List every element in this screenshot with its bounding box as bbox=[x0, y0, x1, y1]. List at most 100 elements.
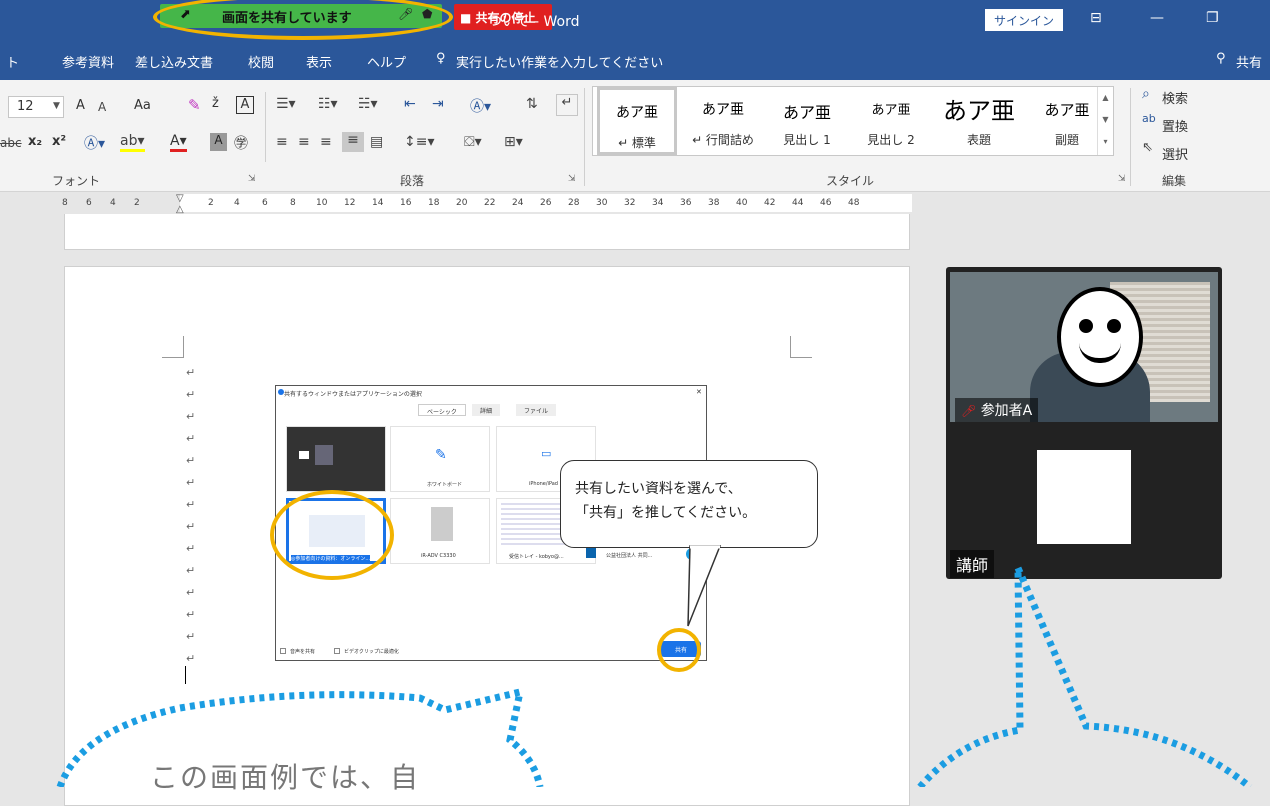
style-gallery: あア亜 ↵ 標準 あア亜 ↵ 行間詰め あア亜 見出し 1 あア亜 見出し 2 … bbox=[592, 86, 1114, 156]
tab-review[interactable]: 校閲 bbox=[248, 52, 274, 71]
paragraph-mark: ↵ bbox=[186, 586, 196, 599]
enclose-char-icon[interactable]: ㊫ bbox=[234, 133, 248, 153]
gallery-scroll[interactable]: ▲ ▼ ▾ bbox=[1097, 87, 1113, 155]
show-marks-icon[interactable]: ↵ bbox=[556, 94, 578, 116]
distributed-icon[interactable]: ▤ bbox=[370, 134, 383, 150]
ruler-tick-label: 2 bbox=[134, 198, 140, 208]
select-button[interactable]: 選択 bbox=[1162, 144, 1188, 163]
video-checkbox[interactable] bbox=[334, 648, 340, 654]
shrink-font-button[interactable]: A bbox=[98, 100, 106, 114]
char-border-icon[interactable]: A bbox=[236, 96, 254, 114]
grow-font-button[interactable]: A bbox=[76, 98, 85, 113]
font-color-icon[interactable]: A▾ bbox=[170, 133, 187, 152]
align-right-icon[interactable]: ≡ bbox=[320, 134, 332, 150]
ruler-tick-label: 4 bbox=[234, 198, 240, 208]
close-icon[interactable]: ✕ bbox=[696, 388, 702, 396]
multilevel-icon[interactable]: ☵▾ bbox=[358, 96, 378, 112]
highlight-icon[interactable]: ab▾ bbox=[120, 133, 145, 152]
tablet-icon: ▭ bbox=[541, 447, 552, 460]
share-thumb-screen[interactable] bbox=[286, 426, 386, 492]
window-title: ついて - Word bbox=[488, 14, 580, 30]
sort-icon[interactable]: ⇅ bbox=[526, 96, 538, 112]
line-spacing-icon[interactable]: ↕≡▾ bbox=[404, 134, 435, 150]
video-option-label: ビデオクリップに最適化 bbox=[344, 649, 399, 655]
align-left-icon[interactable]: ≡ bbox=[276, 134, 288, 150]
replace-button[interactable]: 置換 bbox=[1162, 116, 1188, 135]
char-shading-icon[interactable]: A bbox=[210, 133, 227, 151]
text-direction-icon[interactable]: Ⓐ▾ bbox=[470, 96, 491, 116]
share-tab-button[interactable]: 共有 bbox=[1236, 52, 1262, 71]
strikethrough-button[interactable]: abc bbox=[0, 136, 22, 150]
dialog-launcher-icon[interactable]: ⇲ bbox=[1118, 174, 1126, 184]
font-size-select[interactable]: 12 ▼ bbox=[8, 96, 64, 118]
ruler-tick-label: 20 bbox=[456, 198, 468, 208]
signin-button[interactable]: サインイン bbox=[985, 9, 1063, 31]
audio-checkbox[interactable] bbox=[280, 648, 286, 654]
ruler-tick-label: 34 bbox=[652, 198, 664, 208]
ruler-tick-label: 18 bbox=[428, 198, 440, 208]
ruler-tick-label: 12 bbox=[344, 198, 356, 208]
clear-format-icon[interactable]: ✎ bbox=[188, 96, 201, 114]
phonetic-guide-icon[interactable]: ž bbox=[212, 96, 219, 111]
ruler-tick-label: 10 bbox=[316, 198, 328, 208]
style-no-spacing[interactable]: あア亜 ↵ 行間詰め bbox=[681, 87, 765, 155]
ruler-tick-label: 44 bbox=[792, 198, 804, 208]
minimize-button[interactable]: — bbox=[1150, 10, 1164, 26]
participant-name: 🎤︎ 参加者A bbox=[955, 398, 1039, 422]
restore-button[interactable]: ❐ bbox=[1206, 10, 1219, 26]
paragraph-mark: ↵ bbox=[186, 630, 196, 643]
tab-references[interactable]: 参考資料 bbox=[62, 52, 114, 71]
find-button[interactable]: 検索 bbox=[1162, 88, 1188, 107]
superscript-button[interactable]: x² bbox=[52, 134, 66, 149]
ruler-tick-label: 6 bbox=[86, 198, 92, 208]
share-thumb-whiteboard[interactable]: ✎ ホワイトボード bbox=[390, 426, 490, 492]
bullets-icon[interactable]: ☰▾ bbox=[276, 96, 296, 112]
ruler-tick-label: 28 bbox=[568, 198, 580, 208]
instruction-callout: 共有したい資料を選んで、 「共有」を推してください。 bbox=[560, 460, 818, 548]
tab-mailings[interactable]: 差し込み文書 bbox=[135, 52, 213, 71]
highlight-ring bbox=[270, 490, 394, 580]
increase-indent-icon[interactable]: ⇥ bbox=[432, 96, 444, 112]
ruler-tick-label: 16 bbox=[400, 198, 412, 208]
decrease-indent-icon[interactable]: ⇤ bbox=[404, 96, 416, 112]
tab-help[interactable]: ヘルプ bbox=[367, 52, 406, 71]
ruler-tick-label: 14 bbox=[372, 198, 384, 208]
shading-icon[interactable]: ⛋▾ bbox=[464, 134, 482, 150]
margin-corner-right bbox=[790, 336, 812, 358]
tab-basic[interactable]: ベーシック bbox=[418, 404, 466, 416]
justify-icon[interactable]: ≡ bbox=[342, 132, 364, 152]
ribbon-display-icon[interactable]: ⊟ bbox=[1090, 10, 1102, 26]
numbering-icon[interactable]: ☷▾ bbox=[318, 96, 338, 112]
dialog-launcher-icon[interactable]: ⇲ bbox=[568, 174, 576, 184]
style-heading-1[interactable]: あア亜 見出し 1 bbox=[765, 87, 849, 155]
callout-line-2: 「共有」を推してください。 bbox=[575, 505, 757, 521]
paragraph-mark: ↵ bbox=[186, 564, 196, 577]
style-title[interactable]: あア亜 表題 bbox=[929, 87, 1029, 155]
paragraph-mark: ↵ bbox=[186, 652, 196, 665]
text-effects-icon[interactable]: Ⓐ▾ bbox=[84, 133, 105, 153]
borders-icon[interactable]: ⊞▾ bbox=[504, 134, 523, 150]
style-standard[interactable]: あア亜 ↵ 標準 bbox=[597, 87, 677, 155]
person-icon: ⚲ bbox=[1216, 51, 1226, 66]
share-thumb-printer[interactable]: iR-ADV C3330 bbox=[390, 498, 490, 564]
tab-home-fragment[interactable]: ト bbox=[6, 52, 19, 71]
ruler-tick-label: 36 bbox=[680, 198, 692, 208]
ruler-tick-label: 46 bbox=[820, 198, 832, 208]
dialog-title: 共有するウィンドウまたはアプリケーションの選択 bbox=[284, 391, 422, 398]
instructor-video bbox=[1037, 450, 1131, 544]
style-heading-2[interactable]: あア亜 見出し 2 bbox=[849, 87, 933, 155]
pen-icon: ✎ bbox=[435, 447, 447, 463]
tell-me-input[interactable]: 実行したい作業を入力してください bbox=[456, 52, 663, 71]
dialog-launcher-icon[interactable]: ⇲ bbox=[248, 174, 256, 184]
change-case-button[interactable]: Aa bbox=[134, 98, 151, 113]
ruler-tick-label: 40 bbox=[736, 198, 748, 208]
paragraph-mark: ↵ bbox=[186, 498, 196, 511]
subscript-button[interactable]: x₂ bbox=[28, 134, 42, 149]
tab-view[interactable]: 表示 bbox=[306, 52, 332, 71]
mic-muted-icon: 🎤︎ bbox=[961, 404, 977, 418]
lightbulb-icon: ♀ bbox=[436, 51, 446, 66]
ruler-tick-label: 8 bbox=[62, 198, 68, 208]
align-center-icon[interactable]: ≡ bbox=[298, 134, 310, 150]
tab-file[interactable]: ファイル bbox=[516, 404, 557, 416]
tab-advanced[interactable]: 詳細 bbox=[472, 404, 501, 416]
